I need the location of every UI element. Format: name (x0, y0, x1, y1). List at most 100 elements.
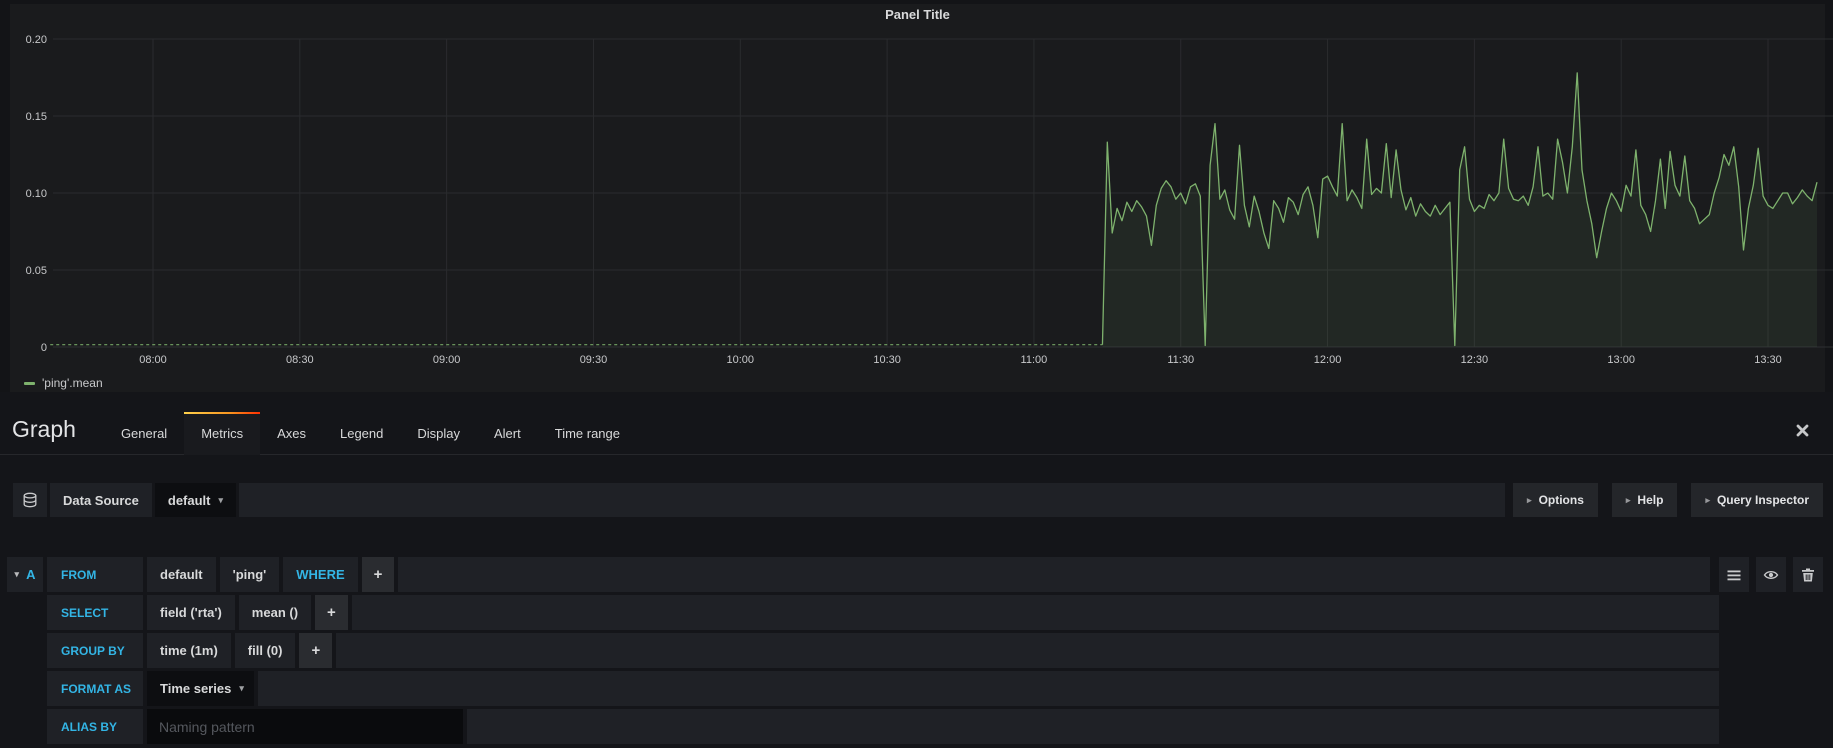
query-row-filler (352, 595, 1719, 630)
eye-icon (1763, 567, 1779, 583)
timeseries-chart[interactable]: 00.050.100.150.2008:0008:3009:0009:3010:… (10, 4, 1833, 396)
button-label: Help (1637, 493, 1663, 507)
query-keyword-from: FROM (47, 557, 143, 592)
x-axis-tick-label: 11:30 (1167, 354, 1194, 366)
close-icon (1796, 424, 1809, 437)
button-label: Options (1539, 493, 1584, 507)
caret-right-icon: ▸ (1527, 495, 1532, 506)
y-axis-tick-label: 0 (41, 342, 47, 354)
query-segment-2-0[interactable]: time (1m) (147, 633, 231, 668)
row-right-spacer (1723, 671, 1823, 706)
query-ref-toggle[interactable]: ▾A (7, 557, 43, 592)
alias-by-input[interactable] (147, 709, 463, 744)
query-segment-0-2[interactable]: WHERE (283, 557, 357, 592)
query-keyword-group-by: GROUP BY (47, 633, 143, 668)
query-keyword-alias-by: ALIAS BY (47, 709, 143, 744)
x-axis-tick-label: 12:30 (1461, 354, 1489, 366)
add-segment-button[interactable]: + (315, 595, 348, 630)
format-as-value: Time series (160, 681, 231, 696)
query-segment-1-1[interactable]: mean () (239, 595, 311, 630)
trash-button[interactable] (1793, 557, 1823, 592)
caret-right-icon: ▸ (1626, 495, 1631, 506)
y-axis-tick-label: 0.15 (26, 111, 47, 123)
legend-series-label[interactable]: 'ping'.mean (42, 376, 103, 390)
query-segment-0-0[interactable]: default (147, 557, 216, 592)
datasource-value: default (168, 493, 211, 508)
menu-button[interactable] (1719, 557, 1749, 592)
legend-series-swatch[interactable] (24, 382, 35, 385)
row-right-spacer (1723, 595, 1823, 630)
x-axis-tick-label: 08:00 (139, 354, 167, 366)
tab-legend[interactable]: Legend (323, 414, 400, 454)
x-axis-tick-label: 13:00 (1607, 354, 1635, 366)
row-indent-spacer (7, 671, 43, 706)
datasource-row-filler (239, 483, 1505, 517)
row-right-spacer (1723, 633, 1823, 668)
chevron-down-icon: ▾ (239, 683, 244, 694)
query-ref-letter: A (26, 567, 35, 582)
datasource-row: Data Source default ▾ ▸ Options ▸ Help ▸ Quer… (13, 483, 1823, 517)
x-axis-tick-label: 10:00 (727, 354, 755, 366)
x-axis-tick-label: 13:30 (1754, 354, 1782, 366)
query-row-alias-by: ALIAS BY (7, 709, 1823, 744)
x-axis-tick-label: 09:00 (433, 354, 461, 366)
x-axis-tick-label: 12:00 (1314, 354, 1342, 366)
query-row-group-by: GROUP BYtime (1m)fill (0)+ (7, 633, 1823, 668)
trash-icon (1800, 567, 1816, 583)
query-segment-2-1[interactable]: fill (0) (235, 633, 296, 668)
row-right-spacer (1723, 709, 1823, 744)
tab-display[interactable]: Display (400, 414, 477, 454)
datasource-label: Data Source (50, 483, 152, 517)
tab-time-range[interactable]: Time range (538, 414, 637, 454)
query-row-filler (467, 709, 1719, 744)
graph-panel: Panel Title 00.050.100.150.2008:0008:300… (10, 4, 1825, 392)
query-row-select: SELECTfield ('rta')mean ()+ (7, 595, 1823, 630)
chevron-down-icon: ▾ (219, 495, 224, 506)
query-inspector-button[interactable]: ▸ Query Inspector (1691, 483, 1823, 517)
tab-metrics[interactable]: Metrics (184, 412, 260, 455)
add-segment-button[interactable]: + (299, 633, 332, 668)
query-segment-0-1[interactable]: 'ping' (220, 557, 280, 592)
query-editor: ▾AFROMdefault'ping'WHERE+SELECTfield ('r… (0, 557, 1833, 744)
database-icon (22, 492, 38, 508)
caret-right-icon: ▸ (1705, 495, 1710, 506)
tab-axes[interactable]: Axes (260, 414, 323, 454)
query-keyword-format-as: FORMAT AS (47, 671, 143, 706)
add-segment-button[interactable]: + (362, 557, 395, 592)
options-button[interactable]: ▸ Options (1513, 483, 1598, 517)
query-row-filler (336, 633, 1719, 668)
query-row-format-as: FORMAT AS Time series ▾ (7, 671, 1823, 706)
datasource-buttons: ▸ Options ▸ Help ▸ Query Inspector (1513, 483, 1823, 517)
editor-tabs: GeneralMetricsAxesLegendDisplayAlertTime… (104, 392, 637, 454)
row-indent-spacer (7, 709, 43, 744)
x-axis-tick-label: 11:00 (1021, 354, 1048, 366)
menu-icon (1726, 567, 1742, 583)
legend: 'ping'.mean (24, 376, 103, 390)
panel-type-title: Graph (12, 416, 76, 443)
query-row-filler (258, 671, 1719, 706)
help-button[interactable]: ▸ Help (1612, 483, 1678, 517)
button-label: Query Inspector (1717, 493, 1809, 507)
query-row-from: ▾AFROMdefault'ping'WHERE+ (7, 557, 1823, 592)
x-axis-tick-label: 10:30 (873, 354, 901, 366)
query-row-filler (398, 557, 1710, 592)
close-editor-button[interactable] (1796, 424, 1809, 437)
eye-button[interactable] (1756, 557, 1786, 592)
row-indent-spacer (7, 633, 43, 668)
x-axis-tick-label: 08:30 (286, 354, 314, 366)
datasource-select[interactable]: default ▾ (155, 483, 236, 517)
query-segment-1-0[interactable]: field ('rta') (147, 595, 235, 630)
metrics-tab-content: Data Source default ▾ ▸ Options ▸ Help ▸ Quer… (0, 455, 1833, 744)
datasource-icon-segment (13, 483, 47, 517)
y-axis-tick-label: 0.20 (26, 34, 47, 46)
row-indent-spacer (7, 595, 43, 630)
editor-tabbar: Graph GeneralMetricsAxesLegendDisplayAle… (0, 392, 1833, 455)
tab-general[interactable]: General (104, 414, 184, 454)
query-keyword-select: SELECT (47, 595, 143, 630)
query-actions (1719, 557, 1823, 592)
y-axis-tick-label: 0.05 (26, 265, 47, 277)
format-as-select[interactable]: Time series ▾ (147, 671, 254, 706)
y-axis-tick-label: 0.10 (26, 188, 47, 200)
tab-alert[interactable]: Alert (477, 414, 538, 454)
panel-editor: Graph GeneralMetricsAxesLegendDisplayAle… (0, 392, 1833, 748)
